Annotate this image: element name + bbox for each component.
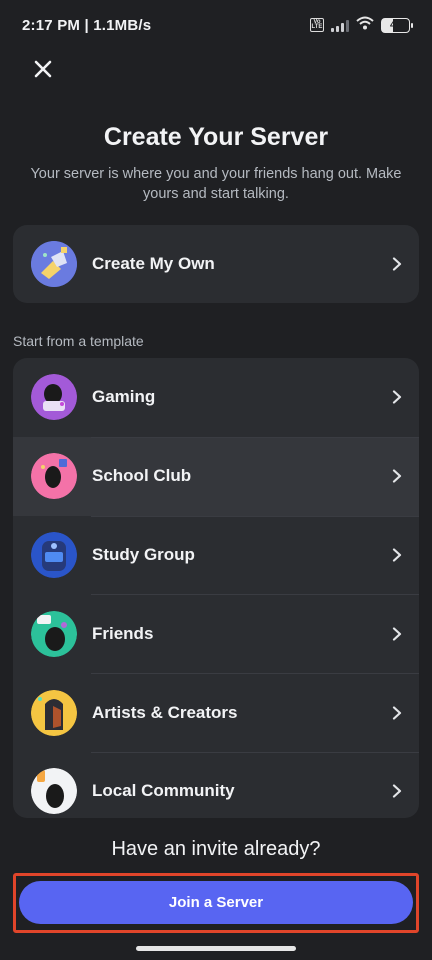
create-server-screen: 2:17 PM | 1.1MB/s Vo LTE 41 Create Your S…	[0, 0, 432, 960]
battery-level: 41	[389, 19, 402, 31]
create-my-own-label: Create My Own	[92, 254, 215, 274]
status-bar: 2:17 PM | 1.1MB/s Vo LTE 41	[0, 0, 432, 50]
page-title: Create Your Server	[103, 123, 329, 151]
friends-icon	[31, 610, 77, 657]
home-indicator[interactable]	[136, 946, 296, 951]
status-icons: Vo LTE 41	[310, 16, 413, 35]
template-local-community[interactable]: Local Community	[13, 751, 419, 818]
close-icon	[34, 60, 52, 78]
chevron-right-icon	[389, 705, 405, 721]
template-study-group[interactable]: Study Group	[13, 515, 419, 595]
template-label: School Club	[92, 466, 192, 486]
template-gaming[interactable]: Gaming	[13, 358, 419, 437]
create-server-icon	[31, 241, 77, 288]
join-server-button[interactable]: Join a Server	[19, 881, 413, 924]
template-school-club[interactable]: School Club	[13, 436, 419, 516]
invite-heading: Have an invite already?	[111, 838, 321, 860]
create-my-own-button[interactable]: Create My Own	[13, 225, 419, 304]
chevron-right-icon	[389, 783, 405, 799]
school-club-icon	[31, 453, 77, 500]
template-section-label: Start from a template	[13, 333, 144, 349]
page-subtitle: Your server is where you and your friend…	[30, 166, 402, 202]
gaming-icon	[31, 374, 77, 421]
chevron-right-icon	[389, 547, 405, 563]
close-button[interactable]	[28, 54, 58, 84]
list-bottom-edge	[0, 818, 432, 838]
template-artists-creators[interactable]: Artists & Creators	[13, 673, 419, 752]
template-label: Gaming	[92, 387, 156, 407]
artists-icon	[31, 689, 77, 736]
template-label: Local Community	[92, 781, 235, 801]
chevron-right-icon	[389, 389, 405, 405]
wifi-icon	[356, 16, 374, 35]
template-label: Study Group	[92, 544, 195, 564]
local-community-icon	[31, 768, 77, 815]
template-list: Gaming School Club Study Group Friends A…	[13, 358, 419, 818]
template-label: Artists & Creators	[92, 702, 238, 722]
chevron-right-icon	[389, 256, 405, 272]
volte-icon: Vo LTE	[310, 18, 324, 32]
status-time: 2:17 PM | 1.1MB/s	[22, 16, 152, 34]
template-friends[interactable]: Friends	[13, 594, 419, 673]
chevron-right-icon	[389, 468, 405, 484]
battery-icon: 41	[381, 17, 413, 33]
study-group-icon	[31, 531, 77, 578]
create-own-card: Create My Own	[13, 225, 419, 303]
chevron-right-icon	[389, 626, 405, 642]
template-label: Friends	[92, 623, 154, 643]
signal-icon	[331, 19, 349, 32]
